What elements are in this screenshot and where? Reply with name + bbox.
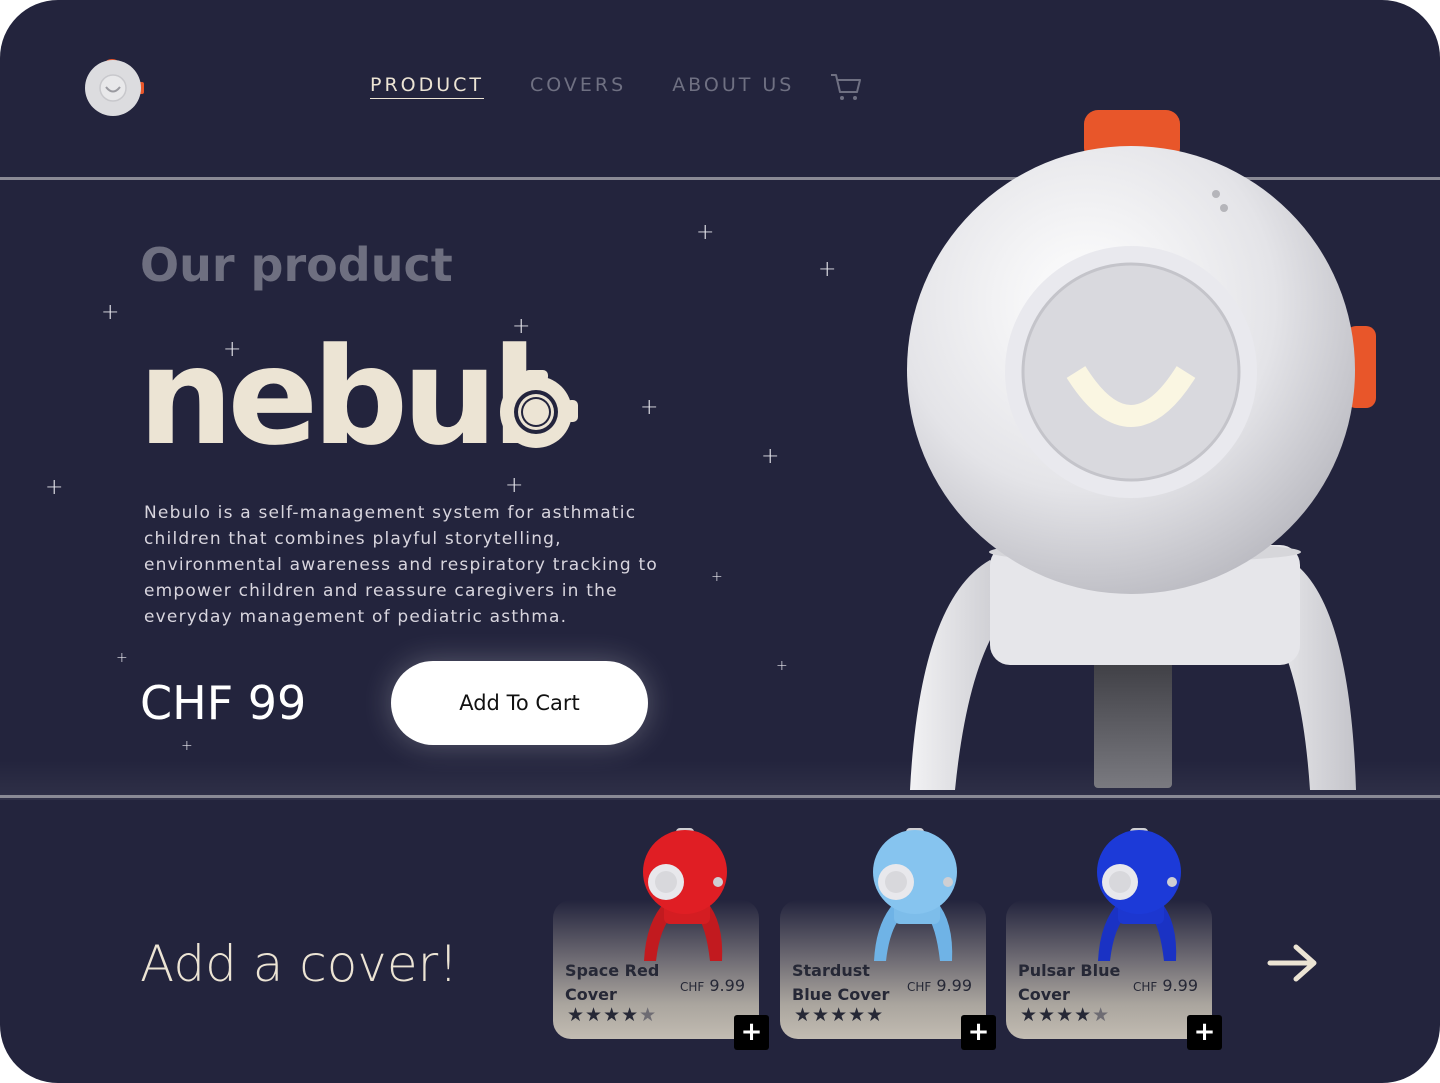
red-cover-image [643,828,727,961]
product-price: CHF 99 [140,676,307,730]
product-description: Nebulo is a self-management system for a… [144,503,658,627]
eyebrow-title: Our product [140,238,453,292]
main-nav: PRODUCT COVERS ABOUT US [370,74,794,99]
brand-wordmark: nebul [138,319,538,475]
add-cover-button[interactable]: + [734,1015,769,1050]
cover-price: CHF 9.99 [679,976,745,995]
cover-name: Pulsar Blue Cover [1018,961,1121,1004]
add-to-cart-button[interactable]: Add To Cart [391,661,648,745]
nebulo-device-image [907,110,1376,790]
sparkle-icon: + [116,650,128,666]
cover-price: CHF 9.99 [906,976,972,995]
sparkle-icon: + [696,220,715,245]
sparkle-icon: + [101,300,120,325]
pulsar-blue-cover-image [1097,828,1181,961]
nav-covers[interactable]: COVERS [530,74,626,99]
sparkle-icon: + [818,257,837,282]
sparkle-icon: + [776,658,788,674]
cover-price: CHF 9.99 [1132,976,1198,995]
add-cover-button[interactable]: + [1187,1015,1222,1050]
sparkle-icon: + [505,473,524,498]
nav-about-us[interactable]: ABOUT US [672,74,794,99]
covers-title: Add a cover! [140,935,459,993]
sparkle-icon: + [761,444,780,469]
sparkle-icon: + [45,475,64,500]
rating-stars: ★★★★★ [567,1004,658,1026]
rating-stars: ★★★★★ [794,1004,885,1026]
brand-o-logo-icon [500,370,578,448]
nebulo-logo-icon[interactable] [84,58,144,118]
page-frame: PRODUCT COVERS ABOUT US + + + + + + + + … [0,0,1440,1083]
cover-name: Space Red Cover [565,961,660,1004]
sparkle-icon: + [711,569,723,585]
rating-stars: ★★★★★ [1020,1004,1111,1026]
sparkle-icon: + [640,395,659,420]
nav-product[interactable]: PRODUCT [370,74,485,99]
stardust-blue-cover-image [873,828,957,961]
arrow-right-icon[interactable] [1266,942,1320,984]
sparkle-icon: + [181,738,193,754]
cart-icon[interactable] [830,72,862,102]
add-cover-button[interactable]: + [961,1015,996,1050]
cover-name: Stardust Blue Cover [792,961,890,1004]
